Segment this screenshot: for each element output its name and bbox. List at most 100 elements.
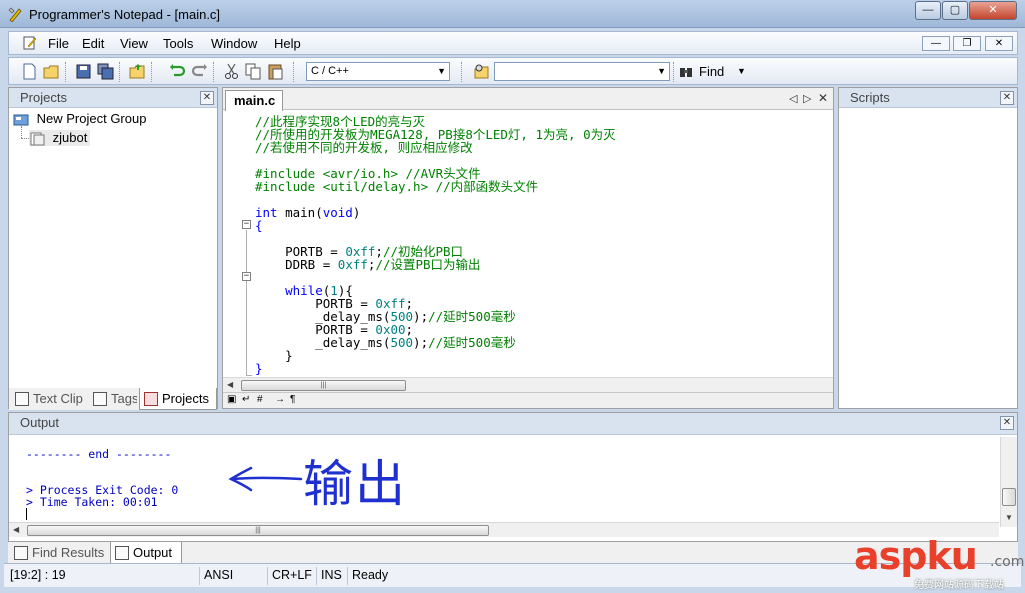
open-file-icon[interactable] xyxy=(43,63,60,80)
code-line: #include <util/delay.h> //内部函数头文件 xyxy=(255,180,538,193)
editor-horizontal-scrollbar[interactable]: ◀ ||| xyxy=(223,377,833,392)
toolbar-separator xyxy=(461,62,463,82)
mdi-restore-button[interactable]: ❐ xyxy=(953,36,981,51)
tab-close-icon[interactable]: ✕ xyxy=(818,91,828,105)
tree-connector xyxy=(21,138,29,139)
watermark-tagline: 免费网站源码下载站 xyxy=(914,580,1004,591)
line-endings-icon[interactable]: ¶ xyxy=(290,394,295,405)
scheme-select[interactable]: C / C++ ▼ xyxy=(306,62,450,81)
scrollbar-thumb[interactable]: ||| xyxy=(27,525,489,536)
tab-find-results[interactable]: Find Results xyxy=(10,542,106,564)
scroll-left-icon[interactable]: ◀ xyxy=(13,525,19,534)
toolbar-separator xyxy=(65,62,67,82)
code-line: } xyxy=(255,362,263,375)
project-icon xyxy=(30,132,45,146)
find-dropdown-icon[interactable]: ▼ xyxy=(737,66,746,76)
output-panel-close-button[interactable]: ✕ xyxy=(1000,416,1014,430)
toolbar-separator xyxy=(673,62,675,82)
tree-item-label: zjubot xyxy=(52,130,88,145)
find-button[interactable]: Find xyxy=(699,64,724,79)
menu-view[interactable]: View xyxy=(120,36,148,51)
menu-tools[interactable]: Tools xyxy=(163,36,193,51)
tab-label: Text Clips xyxy=(33,391,83,406)
scrollbar-thumb[interactable]: ||| xyxy=(241,380,406,391)
code-token: 0xff xyxy=(337,257,368,272)
mdi-close-button[interactable]: ✕ xyxy=(985,36,1013,51)
output-line: > Time Taken: 00:01 xyxy=(26,495,158,509)
fold-toggle-icon[interactable]: − xyxy=(242,220,251,229)
projects-panel-tabs: Text Clips Tags Projects xyxy=(9,388,217,410)
fold-toggle-icon[interactable]: − xyxy=(242,272,251,281)
tab-label: Projects xyxy=(162,391,209,406)
tab-projects[interactable]: Projects xyxy=(139,388,217,410)
scrollbar-thumb[interactable] xyxy=(1002,488,1016,506)
status-insert-mode: INS xyxy=(317,567,348,585)
handwritten-annotation: 输出 xyxy=(303,455,407,513)
close-window-button[interactable]: ✕ xyxy=(969,1,1017,20)
paste-icon[interactable] xyxy=(267,63,284,80)
scripts-panel: Scripts ✕ xyxy=(838,87,1018,409)
code-token: main( xyxy=(277,205,323,220)
editor-tab-label: main.c xyxy=(234,93,276,108)
toolbar-separator xyxy=(119,62,121,82)
output-line: -------- end -------- xyxy=(26,447,172,461)
menu-file[interactable]: File xyxy=(48,36,69,51)
tab-scroll-right-icon[interactable]: ▷ xyxy=(803,92,811,105)
menu-edit[interactable]: Edit xyxy=(82,36,104,51)
editor-tab-bar: main.c ◁ ▷ ✕ xyxy=(223,88,833,111)
status-encoding[interactable]: ANSI xyxy=(200,567,268,585)
cut-icon[interactable] xyxy=(223,63,240,80)
status-line-ending[interactable]: CR+LF xyxy=(268,567,317,585)
tab-text-clips[interactable]: Text Clips xyxy=(11,388,83,410)
projects-panel-close-button[interactable]: ✕ xyxy=(200,91,214,105)
tree-item-project-group[interactable]: New Project Group xyxy=(13,111,146,127)
whitespace-icon[interactable]: → xyxy=(275,394,285,405)
code-token: DDRB = xyxy=(255,257,338,272)
scripts-panel-close-button[interactable]: ✕ xyxy=(1000,91,1014,105)
undo-icon[interactable] xyxy=(169,63,186,80)
new-file-icon[interactable] xyxy=(21,63,38,80)
tab-output[interactable]: Output xyxy=(110,542,182,564)
annotation-arrow xyxy=(228,466,303,492)
split-view-icon[interactable]: ▣ xyxy=(227,394,236,405)
save-all-icon[interactable] xyxy=(97,63,114,80)
maximize-window-button[interactable]: ▢ xyxy=(942,1,968,20)
search-input[interactable]: ▼ xyxy=(494,62,670,81)
output-vertical-scrollbar[interactable]: ▼ xyxy=(1000,437,1017,527)
tree-item-project[interactable]: zjubot xyxy=(29,130,91,146)
watermark-brand: aspku xyxy=(854,534,978,578)
tab-tags[interactable]: Tags xyxy=(89,388,137,410)
window-title: Programmer's Notepad - [main.c] xyxy=(29,7,221,22)
open-folder-icon[interactable] xyxy=(129,63,146,80)
watermark-logo: aspku .com 免费网站源码下载站 xyxy=(854,534,1024,591)
projects-panel-header: Projects xyxy=(9,88,217,108)
project-group-icon xyxy=(13,114,29,126)
minimize-window-button[interactable]: — xyxy=(915,1,941,20)
code-line: //若使用不同的开发板, 则应相应修改 xyxy=(255,141,473,154)
tab-scroll-left-icon[interactable]: ◁ xyxy=(789,92,797,105)
code-token: ); xyxy=(413,335,429,350)
code-token: #include <util/delay.h> //内部函数头文件 xyxy=(255,179,539,194)
menu-window[interactable]: Window xyxy=(211,36,257,51)
mdi-minimize-button[interactable]: — xyxy=(922,36,950,51)
line-numbers-icon[interactable]: # xyxy=(257,394,263,405)
code-token: { xyxy=(255,218,263,233)
toolbar-separator xyxy=(293,62,295,82)
word-wrap-icon[interactable]: ↵ xyxy=(242,394,250,405)
redo-icon[interactable] xyxy=(191,63,208,80)
menu-help[interactable]: Help xyxy=(274,36,301,51)
tab-label: Tags xyxy=(111,391,137,406)
output-horizontal-scrollbar[interactable]: ◀ ||| xyxy=(9,522,999,537)
text-clips-icon xyxy=(15,392,29,406)
find-in-files-icon[interactable] xyxy=(473,63,490,80)
binoculars-icon[interactable] xyxy=(679,63,693,80)
fold-line xyxy=(246,375,252,376)
code-area[interactable]: − − //此程序实现8个LED的亮与灭//所使用的开发板为MEGA128, P… xyxy=(223,115,833,377)
scroll-left-icon[interactable]: ◀ xyxy=(227,380,233,389)
document-menu-icon[interactable] xyxy=(23,36,37,50)
projects-panel-title: Projects xyxy=(20,90,67,105)
scroll-down-icon[interactable]: ▼ xyxy=(1005,513,1013,522)
tab-main-c[interactable]: main.c xyxy=(225,90,283,111)
save-icon[interactable] xyxy=(75,63,92,80)
copy-icon[interactable] xyxy=(245,63,262,80)
